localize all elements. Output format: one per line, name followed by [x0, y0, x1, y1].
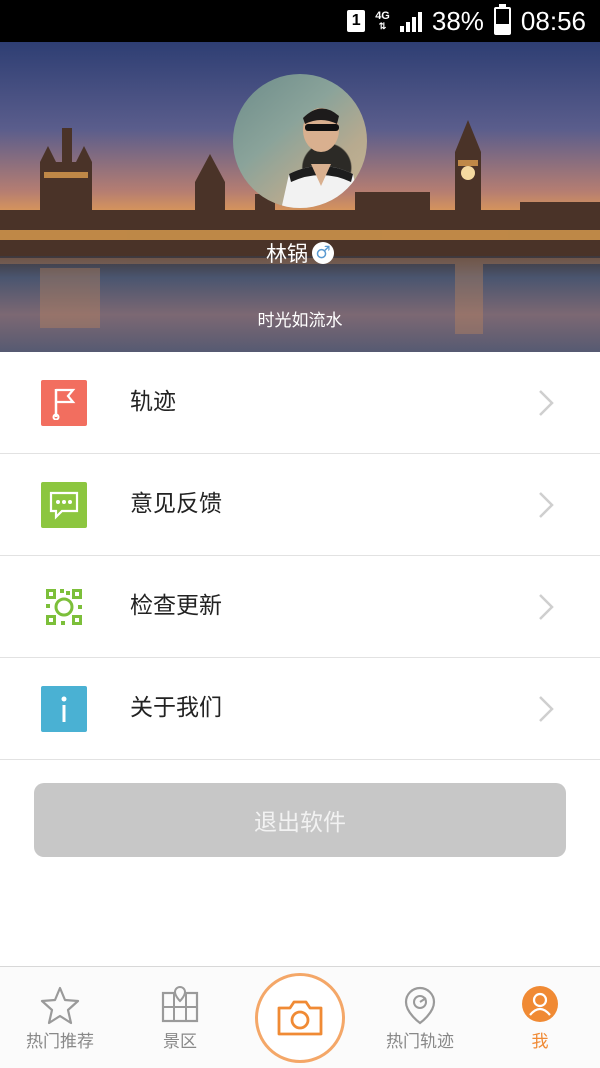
male-gender-icon: ♂ [312, 242, 334, 264]
network-type: 4G ⇅ [375, 10, 390, 32]
status-bar-indicators: 1 4G ⇅ 38% 08:56 [347, 0, 586, 42]
location-pin-icon [404, 986, 436, 1025]
bottom-nav: 热门推荐 景区 热门轨迹 我 [0, 966, 600, 1068]
menu-item-label: 意见反馈 [130, 491, 222, 517]
chevron-right-icon [539, 696, 554, 722]
camera-button[interactable] [255, 973, 345, 1063]
chevron-right-icon [539, 492, 554, 518]
avatar[interactable] [233, 74, 367, 208]
username: 林锅 [266, 242, 308, 266]
status-bar: 1 4G ⇅ 38% 08:56 [0, 0, 600, 42]
tab-scenic-area[interactable]: 景区 [120, 967, 240, 1068]
username-row: 林锅 ♂ [0, 238, 600, 268]
clock: 08:56 [520, 5, 586, 36]
tab-label: 热门推荐 [26, 1032, 94, 1052]
qr-scan-icon [41, 584, 87, 630]
battery-fill [495, 23, 509, 33]
settings-menu: 轨迹 意见反馈 检查更新 关于我们 [0, 352, 600, 760]
chevron-right-icon [539, 390, 554, 416]
menu-item-about-us[interactable]: 关于我们 [0, 658, 600, 760]
camera-icon [277, 1000, 323, 1036]
battery-percent: 38% [431, 5, 484, 36]
network-label: 4G [375, 10, 390, 22]
chevron-right-icon [539, 594, 554, 620]
tab-me[interactable]: 我 [480, 967, 600, 1068]
flag-icon [41, 380, 87, 426]
tab-label: 热门轨迹 [386, 1032, 454, 1052]
battery-icon [493, 4, 511, 35]
menu-item-check-update[interactable]: 检查更新 [0, 556, 600, 658]
tab-label: 景区 [163, 1032, 197, 1052]
profile-header: 林锅 ♂ 时光如流水 [0, 42, 600, 352]
info-icon [41, 686, 87, 732]
avatar-photo [281, 108, 361, 208]
menu-item-feedback[interactable]: 意见反馈 [0, 454, 600, 556]
sim-slot-indicator: 1 [347, 10, 366, 32]
menu-item-track[interactable]: 轨迹 [0, 352, 600, 454]
map-icon [161, 985, 199, 1023]
user-signature: 时光如流水 [257, 311, 343, 331]
logout-button[interactable]: 退出软件 [34, 783, 566, 857]
feedback-chat-icon [41, 482, 87, 528]
signal-strength-icon [399, 10, 422, 32]
tab-hot-recommend[interactable]: 热门推荐 [0, 967, 120, 1068]
menu-item-label: 关于我们 [130, 695, 222, 721]
menu-item-label: 检查更新 [130, 593, 222, 619]
tab-hot-tracks[interactable]: 热门轨迹 [360, 967, 480, 1068]
star-icon [40, 986, 80, 1025]
menu-item-label: 轨迹 [130, 389, 176, 415]
user-icon [522, 986, 558, 1022]
tab-label: 我 [531, 1032, 549, 1052]
data-arrows-icon: ⇅ [378, 21, 387, 31]
